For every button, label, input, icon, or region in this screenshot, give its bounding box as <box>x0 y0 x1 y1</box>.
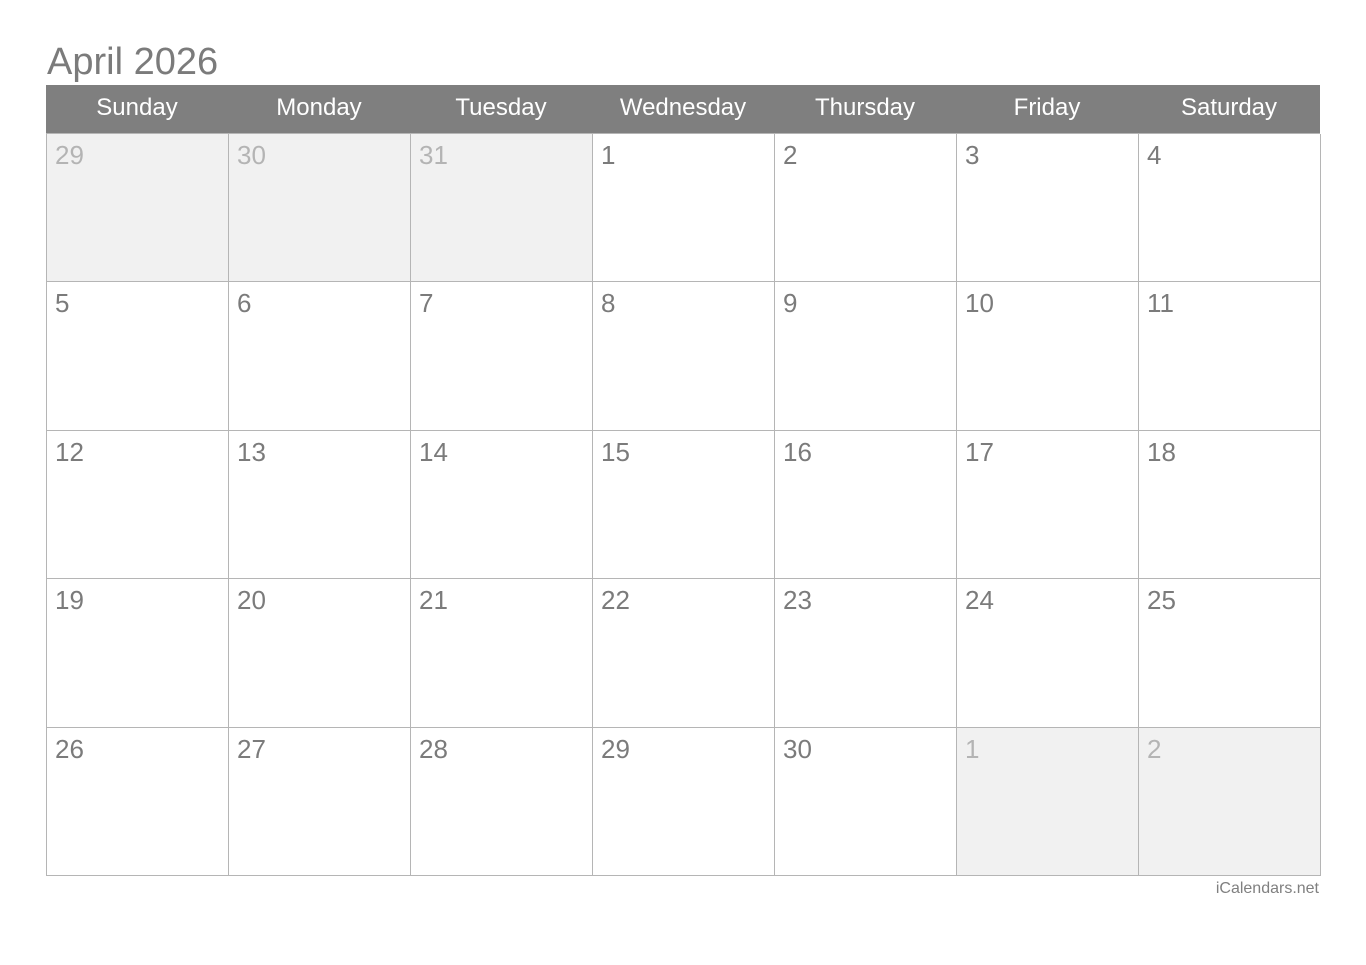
day-cell[interactable]: 13 <box>229 430 411 580</box>
weekday-label: Wednesday <box>619 94 747 121</box>
day-cell[interactable]: 2 <box>775 134 957 283</box>
day-grid: 29 30 31 1 2 3 4 5 6 7 8 9 10 11 12 13 14 15 16 17 18 19 20 21 2… <box>46 133 1321 876</box>
day-cell[interactable]: 24 <box>957 579 1139 728</box>
weekday-label: Thursday <box>814 94 916 121</box>
day-number: 29 <box>55 140 84 170</box>
day-number: 29 <box>601 733 630 764</box>
day-cell[interactable]: 19 <box>47 579 229 728</box>
day-cell[interactable]: 14 <box>411 430 593 580</box>
day-cell[interactable]: 9 <box>775 282 957 431</box>
day-number: 12 <box>55 436 84 467</box>
calendar: Sunday Monday Tuesday Wednesday Thursday Frid… <box>46 85 1321 876</box>
weekday-label: Monday <box>276 94 362 121</box>
day-cell[interactable]: 17 <box>957 430 1139 580</box>
day-cell-other-month[interactable]: 1 <box>957 727 1139 876</box>
day-number: 5 <box>55 288 70 319</box>
day-cell[interactable]: 3 <box>957 134 1139 283</box>
day-number: 20 <box>237 585 266 616</box>
day-cell-other-month[interactable]: 2 <box>1139 727 1321 876</box>
day-number: 23 <box>783 585 812 616</box>
day-number: 25 <box>1147 585 1176 616</box>
day-number: 14 <box>419 436 448 467</box>
weekday-label: Tuesday <box>455 94 547 121</box>
day-cell[interactable]: 8 <box>593 282 775 431</box>
day-number: 31 <box>419 140 448 170</box>
day-cell-other-month[interactable]: 29 <box>47 134 229 283</box>
weekday-label: Saturday <box>1180 94 1278 121</box>
day-cell[interactable]: 27 <box>229 727 411 876</box>
day-number: 30 <box>237 140 266 170</box>
day-cell[interactable]: 26 <box>47 727 229 876</box>
day-number: 26 <box>55 733 84 764</box>
weekday-header: Sunday Monday Tuesday Wednesday Thursday Frid… <box>46 85 1320 133</box>
day-cell[interactable]: 18 <box>1139 430 1321 580</box>
day-number: 4 <box>1147 140 1162 170</box>
day-number: 10 <box>965 288 994 319</box>
calendar-title: April 2026 <box>47 41 219 83</box>
day-cell[interactable]: 30 <box>775 727 957 876</box>
day-number: 13 <box>237 436 266 467</box>
day-cell[interactable]: 10 <box>957 282 1139 431</box>
day-cell[interactable]: 23 <box>775 579 957 728</box>
day-cell[interactable]: 25 <box>1139 579 1321 728</box>
footer-credit: iCalendars.net <box>1215 880 1319 897</box>
day-number: 17 <box>965 436 994 467</box>
day-cell[interactable]: 29 <box>593 727 775 876</box>
day-number: 19 <box>55 585 84 616</box>
day-cell-other-month[interactable]: 30 <box>229 134 411 283</box>
day-number: 8 <box>601 288 616 319</box>
day-cell[interactable]: 5 <box>47 282 229 431</box>
day-cell[interactable]: 22 <box>593 579 775 728</box>
day-number: 2 <box>1147 733 1162 764</box>
day-number: 18 <box>1147 436 1176 467</box>
day-cell[interactable]: 16 <box>775 430 957 580</box>
day-number: 11 <box>1147 288 1174 319</box>
day-number: 30 <box>783 733 812 764</box>
day-cell[interactable]: 11 <box>1139 282 1321 431</box>
day-number: 28 <box>419 733 448 764</box>
day-number: 9 <box>783 288 798 319</box>
day-number: 1 <box>601 140 616 170</box>
weekday-label: Friday <box>1013 94 1081 121</box>
day-cell[interactable]: 20 <box>229 579 411 728</box>
day-cell[interactable]: 4 <box>1139 134 1321 283</box>
day-cell[interactable]: 12 <box>47 430 229 580</box>
weekday-label: Sunday <box>96 94 178 121</box>
day-number: 3 <box>965 140 980 170</box>
day-number: 15 <box>601 436 630 467</box>
day-cell[interactable]: 21 <box>411 579 593 728</box>
day-number: 24 <box>965 585 994 616</box>
day-cell[interactable]: 6 <box>229 282 411 431</box>
day-number: 1 <box>965 733 980 764</box>
day-cell-other-month[interactable]: 31 <box>411 134 593 283</box>
day-number: 2 <box>783 140 798 170</box>
day-cell[interactable]: 15 <box>593 430 775 580</box>
day-number: 16 <box>783 436 812 467</box>
day-cell[interactable]: 28 <box>411 727 593 876</box>
day-cell[interactable]: 1 <box>593 134 775 283</box>
day-cell[interactable]: 7 <box>411 282 593 431</box>
day-number: 27 <box>237 733 266 764</box>
day-number: 22 <box>601 585 630 616</box>
day-number: 7 <box>419 288 434 319</box>
day-number: 21 <box>419 585 448 616</box>
day-number: 6 <box>237 288 252 319</box>
